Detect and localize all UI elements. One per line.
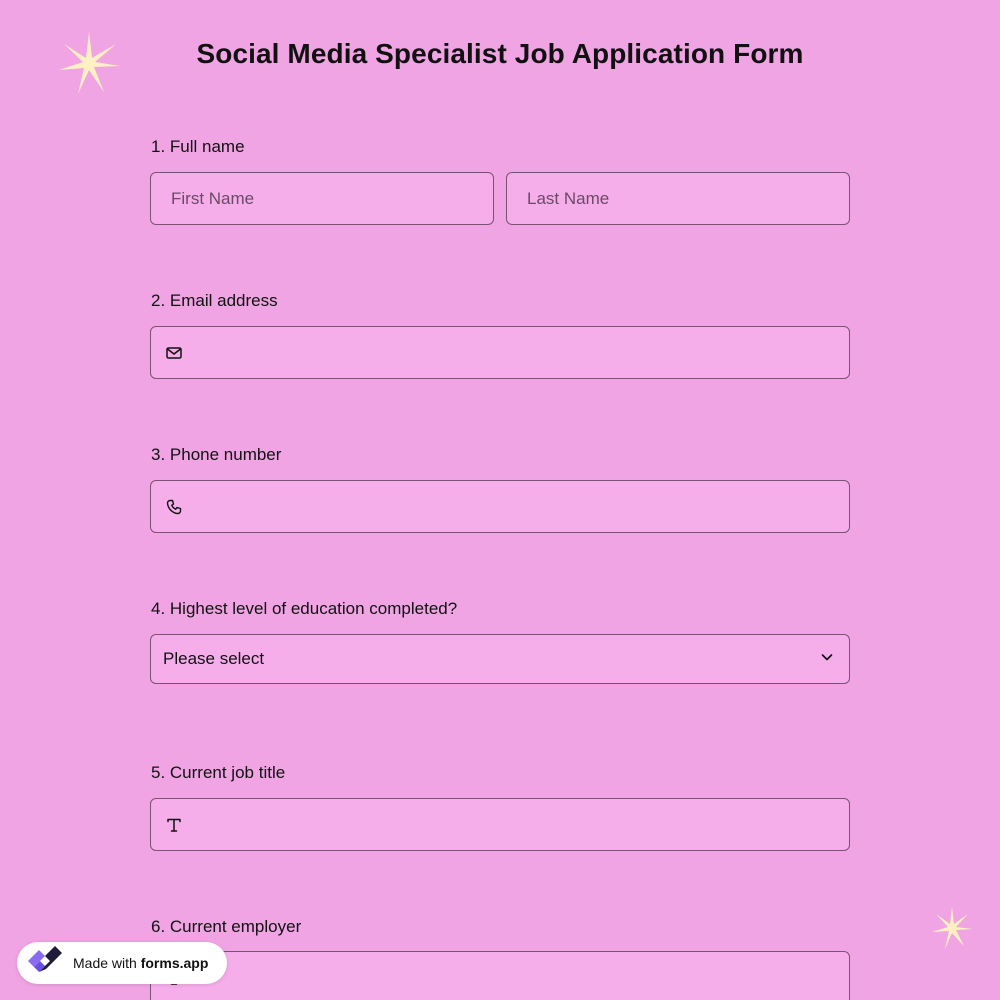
forms-app-logo	[25, 944, 65, 983]
education-select[interactable]: Please select	[150, 634, 850, 684]
sparkle-decoration-icon	[932, 907, 973, 949]
question-label: 1. Full name	[151, 137, 245, 156]
question-education: 4. Highest level of education completed?…	[150, 598, 850, 684]
select-value: Please select	[163, 649, 265, 668]
phone-input[interactable]	[151, 481, 849, 532]
phone-field[interactable]	[150, 480, 850, 533]
job-title-field[interactable]	[150, 798, 850, 851]
badge-text: Made with forms.app	[73, 955, 208, 971]
employer-input[interactable]	[151, 952, 849, 1000]
made-with-badge[interactable]: Made with forms.app	[17, 942, 227, 984]
question-label: 3. Phone number	[151, 445, 282, 464]
question-full-name: 1. Full name	[150, 136, 850, 225]
email-input[interactable]	[151, 327, 849, 378]
question-employer: 6. Current employer	[150, 916, 850, 952]
question-job-title: 5. Current job title	[150, 762, 850, 851]
badge-prefix: Made with	[73, 955, 141, 971]
question-label: 6. Current employer	[151, 917, 302, 936]
phone-icon	[165, 498, 183, 516]
text-icon	[165, 816, 183, 834]
job-title-input[interactable]	[151, 799, 849, 850]
question-label: 5. Current job title	[151, 763, 286, 782]
badge-brand: forms.app	[140, 955, 209, 971]
name-row	[150, 172, 850, 225]
employer-input-box[interactable]	[150, 951, 850, 1000]
question-phone: 3. Phone number	[150, 444, 850, 533]
question-email: 2. Email address	[150, 290, 850, 379]
envelope-icon	[165, 344, 183, 362]
first-name-field[interactable]	[150, 172, 494, 225]
question-label: 2. Email address	[151, 291, 278, 310]
page-title: Social Media Specialist Job Application …	[196, 38, 804, 69]
last-name-field[interactable]	[506, 172, 850, 225]
email-field[interactable]	[150, 326, 850, 379]
employer-field[interactable]	[150, 951, 850, 1000]
chevron-down-icon	[819, 649, 835, 670]
first-name-input[interactable]	[151, 173, 493, 224]
question-label: 4. Highest level of education completed?	[151, 599, 458, 618]
last-name-input[interactable]	[507, 173, 849, 224]
